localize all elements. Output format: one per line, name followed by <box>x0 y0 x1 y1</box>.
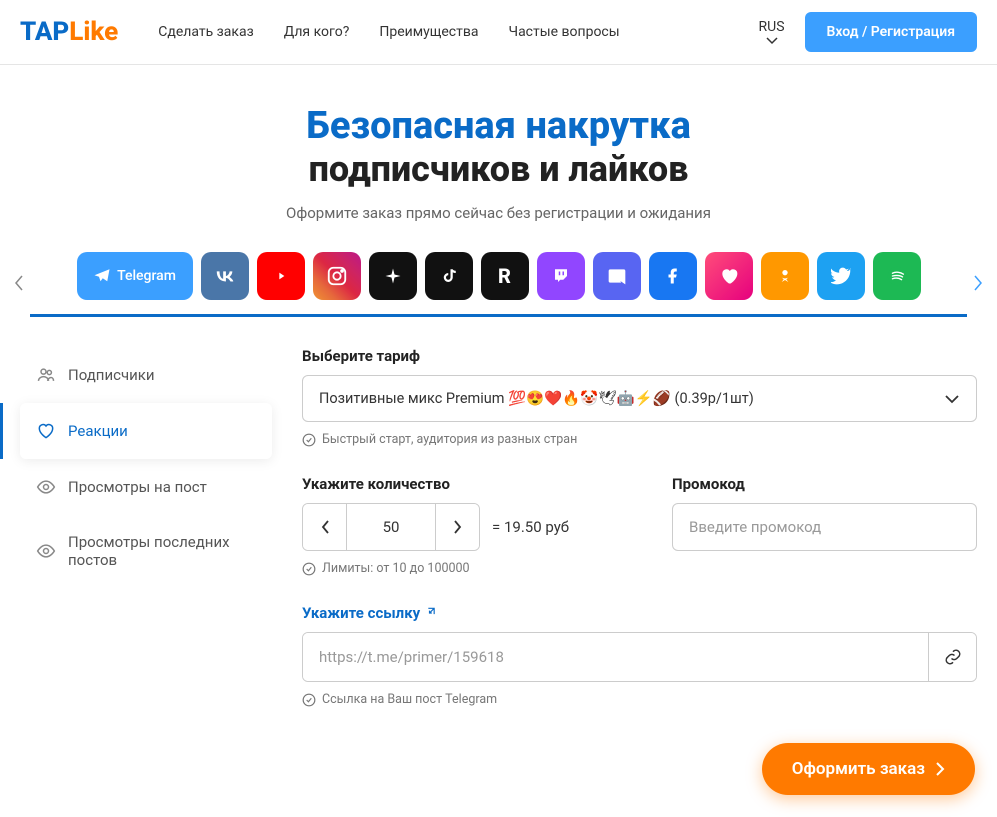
sidebar-item-label: Подписчики <box>68 366 155 384</box>
discord-icon <box>607 266 627 286</box>
check-circle-icon <box>302 562 316 576</box>
platform-sparkle[interactable] <box>369 252 417 300</box>
link-icon <box>944 648 962 666</box>
language-label: RUS <box>759 19 785 35</box>
main-nav: Сделать заказ Для кого? Преимущества Час… <box>158 18 738 46</box>
platform-vk[interactable] <box>201 252 249 300</box>
hero-subtitle: подписчиков и лайков <box>20 149 977 190</box>
hero-title: Безопасная накрутка <box>20 105 977 149</box>
platform-list: Telegram R <box>30 252 967 317</box>
platform-likee[interactable] <box>705 252 753 300</box>
likee-icon <box>719 266 739 286</box>
hero: Безопасная накрутка подписчиков и лайков… <box>0 65 997 242</box>
platform-twitter[interactable] <box>817 252 865 300</box>
carousel-prev-button[interactable] <box>8 269 30 301</box>
main-content: Подписчики Реакции Просмотры на пост Про… <box>0 317 997 727</box>
quantity-decrease-button[interactable] <box>303 504 347 550</box>
twitch-icon <box>552 267 570 285</box>
hero-description: Оформите заказ прямо сейчас без регистра… <box>20 204 977 222</box>
telegram-icon <box>93 267 111 285</box>
check-circle-icon <box>302 433 316 447</box>
platform-spotify[interactable] <box>873 252 921 300</box>
platform-tiktok[interactable] <box>425 252 473 300</box>
platform-rutube[interactable]: R <box>481 252 529 300</box>
nav-benefits[interactable]: Преимущества <box>379 18 478 46</box>
link-hint: Ссылка на Ваш пост Telegram <box>302 692 977 707</box>
quantity-stepper <box>302 503 480 551</box>
order-form: Выберите тариф Позитивные микс Premium 💯… <box>302 347 977 707</box>
nav-order[interactable]: Сделать заказ <box>158 18 253 46</box>
sidebar-item-recentviews[interactable]: Просмотры последних постов <box>20 515 272 587</box>
carousel-next-button[interactable] <box>967 269 989 301</box>
chevron-right-icon <box>453 519 463 535</box>
ok-icon <box>777 266 793 286</box>
logo[interactable]: TAPLike <box>20 17 118 47</box>
platform-twitch[interactable] <box>537 252 585 300</box>
tariff-hint: Быстрый старт, аудитория из разных стран <box>302 432 977 447</box>
link-field <box>302 632 977 682</box>
sidebar-item-postviews[interactable]: Просмотры на пост <box>20 459 272 515</box>
sidebar: Подписчики Реакции Просмотры на пост Про… <box>20 347 272 707</box>
nav-faq[interactable]: Частые вопросы <box>508 18 619 46</box>
sidebar-item-label: Просмотры на пост <box>68 478 207 496</box>
twitter-icon <box>831 266 851 286</box>
sidebar-item-label: Реакции <box>68 422 128 440</box>
language-selector[interactable]: RUS <box>759 19 785 45</box>
nav-forwhom[interactable]: Для кого? <box>284 18 350 46</box>
chevron-right-icon <box>935 761 945 777</box>
arrow-down-icon <box>426 606 440 620</box>
spotify-icon <box>886 265 908 287</box>
facebook-icon <box>664 267 682 285</box>
check-circle-icon <box>302 693 316 707</box>
link-paste-button[interactable] <box>928 633 976 681</box>
chevron-down-icon <box>766 37 778 45</box>
promo-label: Промокод <box>672 475 977 493</box>
eye-icon <box>36 477 56 497</box>
tariff-select[interactable]: Позитивные микс Premium 💯😍❤️🔥🤡🕊🤖⚡️🏈 (0.3… <box>302 375 977 422</box>
sidebar-item-subscribers[interactable]: Подписчики <box>20 347 272 403</box>
tariff-selected-value: Позитивные микс Premium 💯😍❤️🔥🤡🕊🤖⚡️🏈 (0.3… <box>319 390 754 407</box>
platform-discord[interactable] <box>593 252 641 300</box>
platform-youtube[interactable] <box>257 252 305 300</box>
sparkle-icon <box>384 267 402 285</box>
platform-ok[interactable] <box>761 252 809 300</box>
quantity-label: Укажите количество <box>302 475 642 493</box>
price-display: = 19.50 руб <box>492 518 569 536</box>
chevron-right-icon <box>973 275 983 291</box>
header: TAPLike Сделать заказ Для кого? Преимуще… <box>0 0 997 65</box>
submit-order-button[interactable]: Оформить заказ <box>762 743 975 795</box>
chevron-down-icon <box>944 394 960 404</box>
link-label: Укажите ссылку <box>302 604 977 622</box>
tiktok-icon <box>440 267 458 285</box>
login-button[interactable]: Вход / Регистрация <box>805 12 977 52</box>
users-icon <box>36 365 56 385</box>
quantity-input[interactable] <box>347 504 435 550</box>
r-icon: R <box>498 264 511 288</box>
platform-instagram[interactable] <box>313 252 361 300</box>
platform-telegram[interactable]: Telegram <box>77 252 193 300</box>
chevron-left-icon <box>14 275 24 291</box>
promo-input[interactable] <box>672 503 977 551</box>
eye-icon <box>36 541 56 561</box>
quantity-limits: Лимиты: от 10 до 100000 <box>302 561 642 576</box>
sidebar-item-reactions[interactable]: Реакции <box>20 403 272 459</box>
submit-label: Оформить заказ <box>792 759 925 779</box>
platform-label: Telegram <box>117 268 176 284</box>
platform-facebook[interactable] <box>649 252 697 300</box>
sidebar-item-label: Просмотры последних постов <box>68 533 256 569</box>
quantity-increase-button[interactable] <box>435 504 479 550</box>
youtube-icon <box>271 266 291 286</box>
chevron-left-icon <box>320 519 330 535</box>
tariff-label: Выберите тариф <box>302 347 977 365</box>
vk-icon <box>214 265 236 287</box>
platform-carousel: Telegram R <box>0 242 997 317</box>
instagram-icon <box>326 265 348 287</box>
link-input[interactable] <box>303 633 928 681</box>
heart-icon <box>36 421 56 441</box>
